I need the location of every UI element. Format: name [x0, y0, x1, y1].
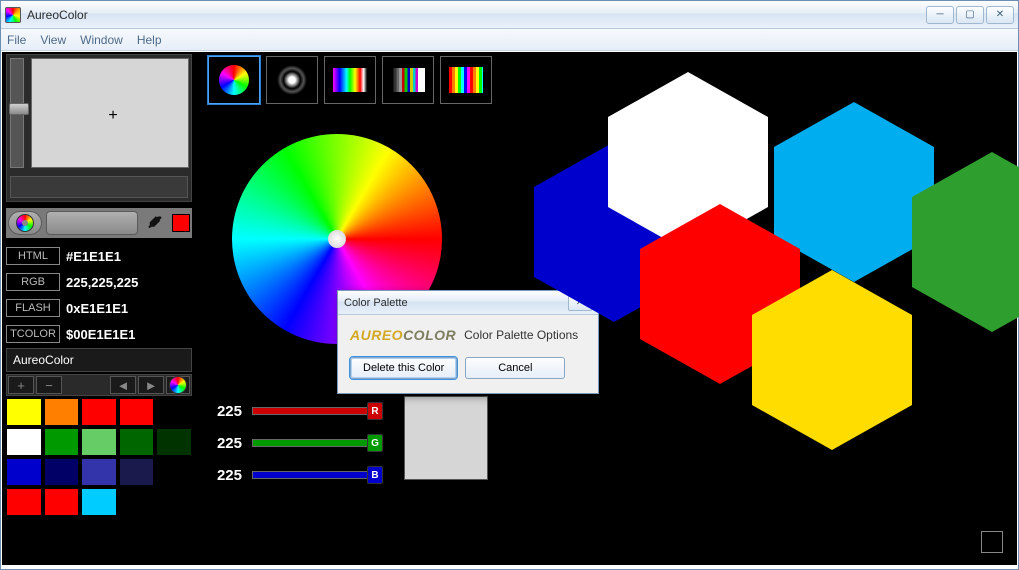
palette-swatch[interactable] — [44, 398, 80, 426]
palette-swatch[interactable] — [156, 398, 192, 426]
mode-grid-button[interactable] — [382, 56, 434, 104]
palette-swatch[interactable] — [6, 458, 42, 486]
r-thumb[interactable]: R — [367, 402, 383, 420]
delete-color-button[interactable]: Delete this Color — [350, 357, 457, 379]
palette-add-button[interactable]: + — [8, 376, 34, 394]
rgb-label: RGB — [6, 273, 60, 291]
menu-help[interactable]: Help — [137, 33, 162, 47]
close-button[interactable]: ✕ — [986, 6, 1014, 24]
r-slider[interactable]: R — [252, 407, 382, 415]
palette-remove-button[interactable]: − — [36, 376, 62, 394]
dialog-title: Color Palette — [344, 297, 408, 309]
color-palette-dialog: Color Palette ✕ AUREOCOLOR Color Palette… — [337, 290, 599, 394]
palette-swatch[interactable] — [6, 428, 42, 456]
tcolor-value[interactable]: $00E1E1E1 — [66, 327, 135, 342]
color-wheel-icon — [16, 214, 34, 232]
b-slider[interactable]: B — [252, 471, 382, 479]
slider-preview-swatch — [404, 396, 488, 480]
eyedropper-button[interactable] — [142, 211, 168, 235]
mode-disc-button[interactable] — [266, 56, 318, 104]
palette-swatch[interactable] — [44, 488, 80, 516]
tcolor-label: TCOLOR — [6, 325, 60, 343]
html-label: HTML — [6, 247, 60, 265]
disc-icon — [277, 65, 307, 95]
b-thumb[interactable]: B — [367, 466, 383, 484]
swatch-grid-icon — [391, 68, 425, 92]
maximize-button[interactable]: ▢ — [956, 6, 984, 24]
dialog-titlebar[interactable]: Color Palette ✕ — [338, 291, 598, 315]
current-swatch-button[interactable] — [46, 211, 138, 235]
crosshair-icon: + — [106, 109, 120, 123]
g-slider[interactable]: G — [252, 439, 382, 447]
logo-part-b: COLOR — [403, 327, 456, 343]
flash-label: FLASH — [6, 299, 60, 317]
wheel-icon — [219, 65, 249, 95]
menu-view[interactable]: View — [40, 33, 66, 47]
palette-swatch[interactable] — [156, 488, 192, 516]
main-canvas: 225 R 225 G 225 B — [204, 54, 1013, 563]
menubar: File View Window Help — [1, 29, 1018, 51]
palette-swatch[interactable] — [119, 428, 155, 456]
palette-swatch[interactable] — [81, 458, 117, 486]
palette-swatch[interactable] — [81, 488, 117, 516]
b-value: 225 — [204, 467, 242, 484]
corner-swatch[interactable] — [981, 531, 1003, 553]
html-value[interactable]: #E1E1E1 — [66, 249, 121, 264]
r-value: 225 — [204, 403, 242, 420]
eyedropper-icon — [146, 214, 164, 232]
menu-window[interactable]: Window — [80, 33, 123, 47]
brightness-slider[interactable] — [10, 58, 24, 168]
palette-swatch[interactable] — [81, 398, 117, 426]
palette-swatch[interactable] — [44, 428, 80, 456]
active-color-swatch[interactable] — [172, 214, 190, 232]
palette-name[interactable]: AureoColor — [6, 348, 192, 372]
menu-file[interactable]: File — [7, 33, 26, 47]
mode-wheel-button[interactable] — [208, 56, 260, 104]
minimize-button[interactable]: ─ — [926, 6, 954, 24]
palette-controls: + − ◄ ► — [6, 374, 192, 396]
palette-swatch[interactable] — [6, 398, 42, 426]
palette-swatch[interactable] — [156, 458, 192, 486]
app-icon — [5, 7, 21, 23]
cancel-button[interactable]: Cancel — [465, 357, 565, 379]
picker-tool-row — [6, 208, 192, 238]
mode-bars-button[interactable] — [440, 56, 492, 104]
flash-value[interactable]: 0xE1E1E1 — [66, 301, 128, 316]
wheel-mode-button[interactable] — [8, 211, 42, 235]
dialog-subtitle: Color Palette Options — [464, 328, 578, 342]
palette-next-button[interactable]: ► — [138, 376, 164, 394]
palette-swatch[interactable] — [81, 428, 117, 456]
palette-swatch[interactable] — [119, 488, 155, 516]
gradient-icon — [333, 68, 367, 92]
palette-swatch[interactable] — [119, 398, 155, 426]
g-value: 225 — [204, 435, 242, 452]
color-field[interactable]: + — [31, 58, 189, 168]
rgb-value[interactable]: 225,225,225 — [66, 275, 138, 290]
picker-preview-strip — [10, 176, 188, 198]
palette-swatch[interactable] — [156, 428, 192, 456]
color-picker-panel: + — [6, 54, 192, 202]
titlebar[interactable]: AureoColor ─ ▢ ✕ — [1, 1, 1018, 29]
logo-part-a: AUREO — [350, 327, 403, 343]
palette-prev-button[interactable]: ◄ — [110, 376, 136, 394]
app-title: AureoColor — [27, 8, 88, 22]
bars-icon — [449, 67, 483, 93]
color-value-list: HTML #E1E1E1 RGB 225,225,225 FLASH 0xE1E… — [6, 244, 192, 348]
palette-grid — [6, 398, 192, 516]
palette-swatch[interactable] — [6, 488, 42, 516]
sidebar: + HTML #E1E1E1 — [2, 52, 198, 565]
palette-swatch[interactable] — [119, 458, 155, 486]
mode-gradient-button[interactable] — [324, 56, 376, 104]
color-wheel-icon — [169, 376, 187, 394]
palette-swatch[interactable] — [44, 458, 80, 486]
palette-wheel-button[interactable] — [166, 376, 190, 394]
g-thumb[interactable]: G — [367, 434, 383, 452]
picker-mode-strip — [208, 56, 492, 104]
client-area: + HTML #E1E1E1 — [2, 52, 1017, 565]
app-window: AureoColor ─ ▢ ✕ File View Window Help + — [0, 0, 1019, 570]
rgb-sliders: 225 R 225 G 225 B — [204, 396, 382, 492]
